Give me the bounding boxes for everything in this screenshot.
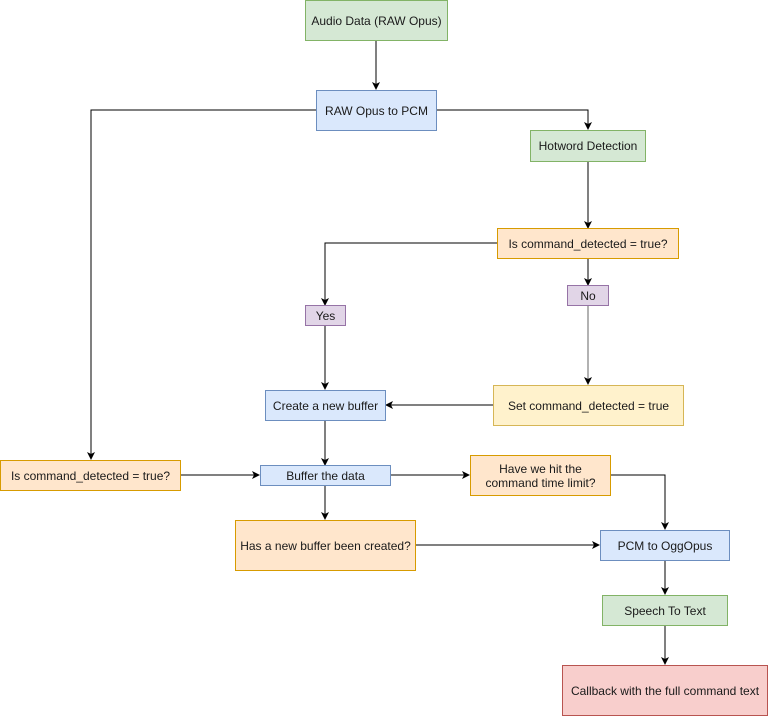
node-new-buffer-created[interactable]: Has a new buffer been created? <box>235 520 416 571</box>
label-yes: Yes <box>305 305 346 326</box>
label-no: No <box>567 285 609 306</box>
node-audio-data[interactable]: Audio Data (RAW Opus) <box>305 0 448 41</box>
edge-timelimit-to-ogg <box>610 474 669 530</box>
edge-check-to-yes <box>321 242 498 306</box>
node-command-time-limit[interactable]: Have we hit the command time limit? <box>470 455 611 496</box>
node-create-new-buffer[interactable]: Create a new buffer <box>265 390 386 421</box>
node-raw-opus-to-pcm[interactable]: RAW Opus to PCM <box>316 90 437 131</box>
node-speech-to-text[interactable]: Speech To Text <box>602 595 728 626</box>
node-hotword-detection[interactable]: Hotword Detection <box>530 130 646 162</box>
node-is-command-detected-left[interactable]: Is command_detected = true? <box>0 460 181 491</box>
node-pcm-to-oggopus[interactable]: PCM to OggOpus <box>600 530 730 561</box>
node-is-command-detected-top[interactable]: Is command_detected = true? <box>497 228 679 259</box>
node-callback[interactable]: Callback with the full command text <box>562 665 768 716</box>
node-buffer-the-data[interactable]: Buffer the data <box>260 465 391 486</box>
edge-pcm-to-hotword <box>436 109 592 130</box>
node-set-command-detected[interactable]: Set command_detected = true <box>493 385 684 426</box>
